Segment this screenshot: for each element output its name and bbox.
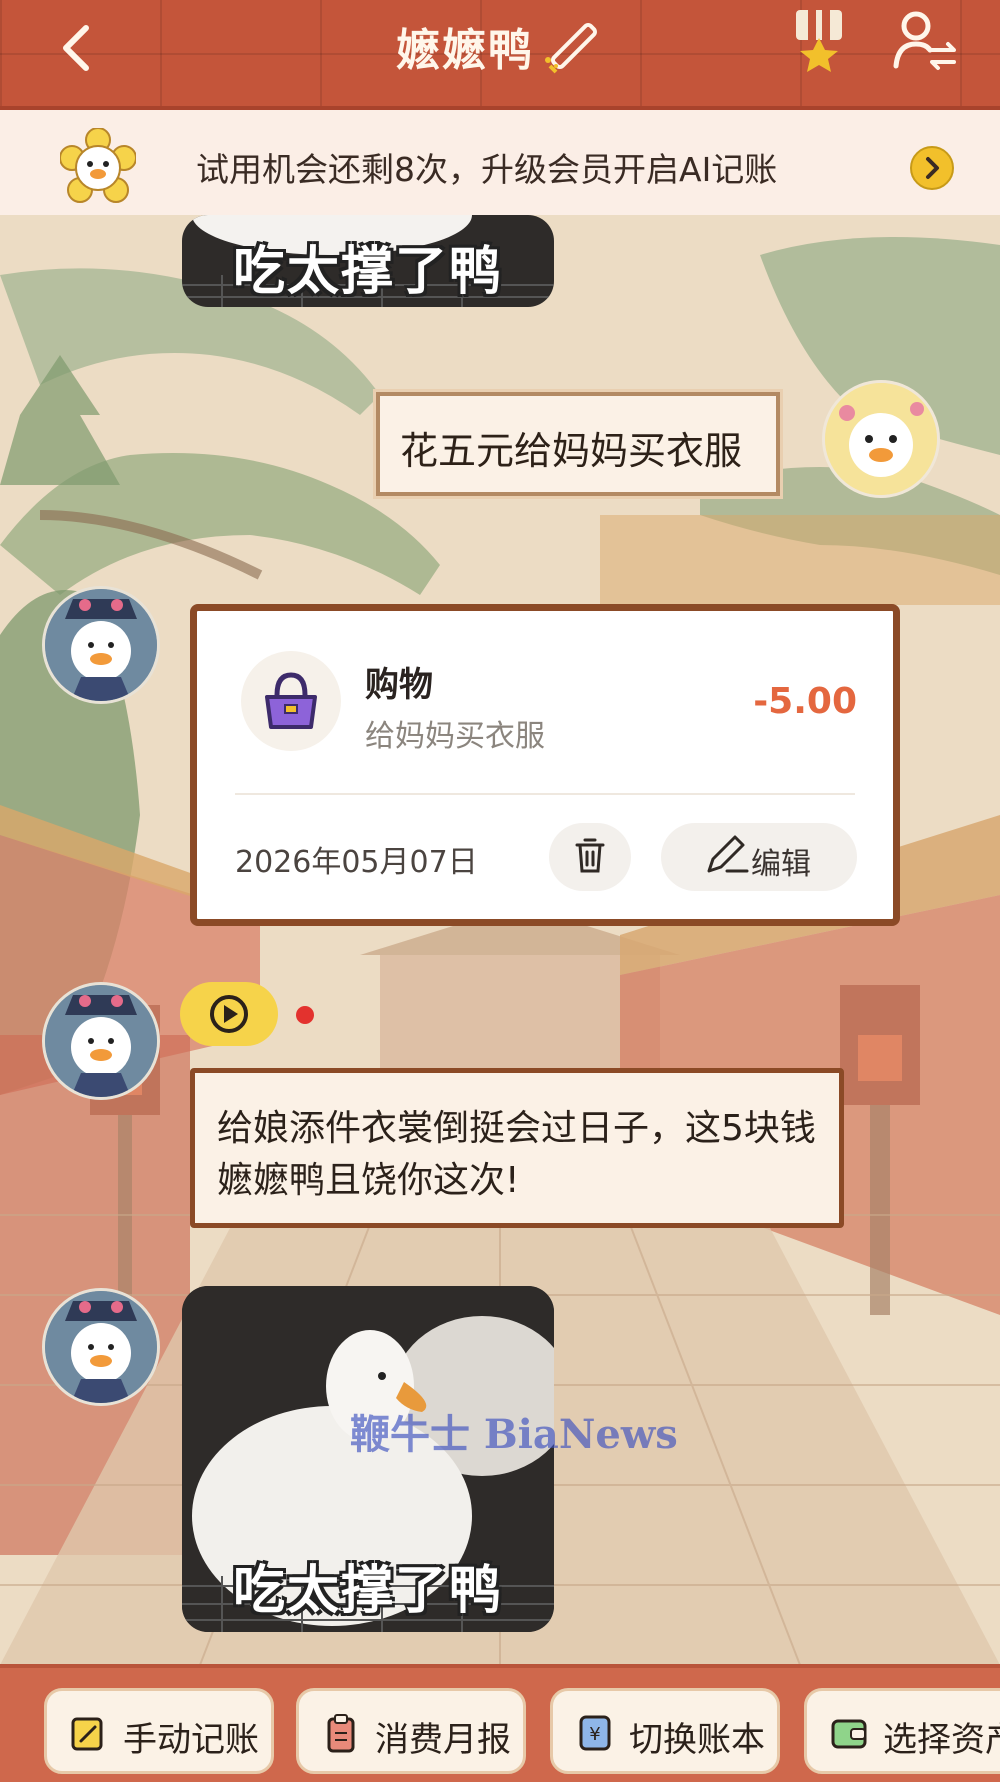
wallet-icon [829, 1713, 869, 1753]
meme-caption: 吃太撑了鸭 [232, 1561, 503, 1621]
category-name: 购物 [365, 665, 433, 705]
shopping-bag-icon [241, 651, 341, 751]
bottom-action-bar: 手动记账 消费月报 ¥ 切换账本 选择资产 [0, 1664, 1000, 1782]
delete-button[interactable] [549, 823, 631, 891]
voice-play-button[interactable] [180, 982, 278, 1046]
transaction-card[interactable]: 购物 给妈妈买衣服 -5.00 2026年05月07日 编辑 [190, 604, 900, 926]
watermark: 鞭牛士 BiaNews [350, 1411, 678, 1458]
meme-caption: 吃太撑了鸭 [232, 242, 503, 302]
page-title: 嬷嬷鸭 [396, 25, 534, 76]
transaction-date: 2026年05月07日 [235, 845, 478, 880]
user-message-bubble: 花五元给妈妈买衣服 [376, 392, 780, 496]
app-header: 嬷嬷鸭 [0, 0, 1000, 110]
note-edit-icon [69, 1713, 109, 1753]
transaction-amount: -5.00 [753, 681, 857, 722]
edit-name-icon[interactable] [540, 16, 604, 76]
meme-image[interactable]: 吃太撑了鸭 [182, 215, 554, 307]
trophy-icon[interactable] [788, 8, 850, 74]
bot-avatar[interactable] [42, 586, 160, 704]
reply-message-text: 给娘添件衣裳倒挺会过日子，这5块钱嬷嬷鸭且饶你这次! [217, 1108, 816, 1201]
pill-label: 选择资产 [883, 1720, 1000, 1760]
clipboard-icon [321, 1713, 361, 1753]
switch-user-icon[interactable] [892, 10, 958, 72]
trial-message: 试用机会还剩8次，升级会员开启AI记账 [196, 150, 778, 189]
card-divider [235, 793, 855, 795]
duck-mascot-icon [59, 127, 137, 204]
pill-label: 消费月报 [375, 1720, 511, 1760]
transaction-note: 给妈妈买衣服 [365, 719, 545, 754]
svg-text:¥: ¥ [589, 1724, 600, 1745]
reply-message-bubble: 给娘添件衣裳倒挺会过日子，这5块钱嬷嬷鸭且饶你这次! [190, 1068, 844, 1228]
bot-avatar[interactable] [42, 982, 160, 1100]
unread-dot [296, 1006, 314, 1024]
edit-label: 编辑 [751, 847, 811, 882]
select-asset-button[interactable]: 选择资产 [804, 1688, 1000, 1774]
title-area: 嬷嬷鸭 [0, 14, 1000, 78]
edit-button[interactable]: 编辑 [661, 823, 857, 891]
ledger-icon: ¥ [575, 1713, 615, 1753]
monthly-report-button[interactable]: 消费月报 [296, 1688, 526, 1774]
user-message-text: 花五元给妈妈买衣服 [400, 429, 743, 473]
manual-entry-button[interactable]: 手动记账 [44, 1688, 274, 1774]
bot-avatar[interactable] [42, 1288, 160, 1406]
pill-label: 切换账本 [629, 1720, 765, 1760]
chevron-right-icon[interactable] [910, 146, 954, 190]
pill-label: 手动记账 [123, 1720, 259, 1760]
user-avatar[interactable] [822, 380, 940, 498]
switch-ledger-button[interactable]: ¥ 切换账本 [550, 1688, 780, 1774]
trial-banner[interactable]: 试用机会还剩8次，升级会员开启AI记账 [0, 110, 1000, 215]
